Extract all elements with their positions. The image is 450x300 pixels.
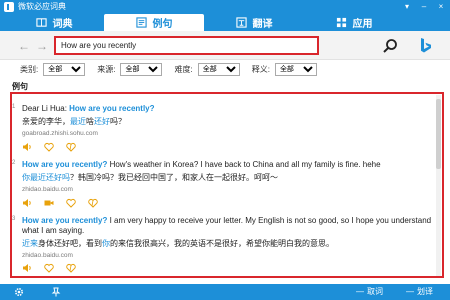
tab-translate[interactable]: 翻译: [204, 14, 304, 31]
translate-icon: [235, 17, 247, 28]
highlight-phrase: How are you recently?: [69, 104, 155, 113]
bing-logo-icon[interactable]: [418, 37, 434, 54]
filter-label: 类别:: [20, 65, 39, 74]
word-capture-toggle[interactable]: — 取词: [356, 287, 383, 297]
filter-source: 来源: 全部: [97, 63, 163, 76]
search-icon[interactable]: [382, 38, 398, 54]
dislike-icon[interactable]: [88, 198, 98, 208]
example-sentences-icon: [135, 17, 147, 28]
filter-definition: 释义: 全部: [252, 63, 317, 76]
source-select[interactable]: 全部: [120, 63, 163, 76]
item-actions: [22, 198, 98, 208]
minimize-button[interactable]: –: [419, 1, 429, 12]
word-capture-label: 取词: [367, 287, 383, 296]
app-window: 微软必应词典 ▾ – × 词典 例句 翻译 应用 ← → How are you…: [0, 0, 450, 300]
speaker-icon[interactable]: [22, 263, 32, 273]
minus-icon: —: [356, 287, 364, 296]
chinese-translation: 亲爱的李华，最近啥还好吗？: [22, 117, 126, 126]
apps-grid-icon: [336, 17, 346, 28]
search-bar: ← →: [0, 31, 450, 60]
filter-label: 来源:: [97, 65, 116, 74]
item-number: 1: [12, 104, 16, 110]
dislike-icon[interactable]: [66, 142, 76, 152]
speaker-icon[interactable]: [22, 198, 32, 208]
tab-dictionary[interactable]: 词典: [4, 14, 104, 31]
filter-label: 释义:: [251, 65, 270, 74]
definition-select[interactable]: 全部: [274, 63, 317, 76]
like-icon[interactable]: [44, 142, 54, 152]
english-sentence[interactable]: Dear Li Hua: How are you recently?: [22, 104, 434, 114]
video-icon[interactable]: [44, 198, 54, 208]
tab-example-sentences[interactable]: 例句: [104, 14, 204, 31]
scrollbar-thumb[interactable]: [436, 99, 441, 169]
filter-difficulty: 难度: 全部: [174, 63, 240, 76]
search-input-box: [54, 36, 319, 55]
results-panel: 1 Dear Li Hua: How are you recently? 亲爱的…: [10, 92, 444, 278]
section-title: 例句: [12, 82, 28, 91]
highlight-phrase: How are you recently?: [22, 160, 108, 169]
gear-icon[interactable]: [14, 287, 24, 297]
bing-logo-icon: [4, 2, 14, 12]
dislike-icon[interactable]: [66, 263, 76, 273]
highlight-phrase: How are you recently?: [22, 216, 108, 225]
like-icon[interactable]: [66, 198, 76, 208]
bottom-toolbar: — 取词 — 划译: [0, 284, 450, 300]
select-translate-toggle[interactable]: — 划译: [406, 287, 433, 297]
tab-label: 应用: [352, 19, 373, 30]
category-select[interactable]: 全部: [43, 63, 86, 76]
tab-label: 词典: [52, 19, 73, 30]
english-sentence[interactable]: How are you recently? How's weather in K…: [22, 160, 434, 170]
tab-label: 翻译: [252, 19, 273, 30]
chinese-translation: 近来身体还好吧，看到你的来信我很高兴，我的英语不是很好，希望你能明白我的意思。: [22, 239, 334, 248]
filter-label: 难度:: [174, 65, 193, 74]
item-number: 3: [12, 216, 16, 222]
title-bar: 微软必应词典 ▾ – ×: [0, 0, 450, 14]
window-controls: ▾ – ×: [402, 1, 446, 12]
item-actions: [22, 263, 76, 273]
close-button[interactable]: ×: [436, 1, 446, 12]
select-translate-label: 划译: [417, 287, 433, 296]
difficulty-select[interactable]: 全部: [197, 63, 240, 76]
source-link[interactable]: goabroad.zhishi.sohu.com: [22, 130, 98, 137]
tab-label: 例句: [152, 19, 173, 30]
results-scrollbar[interactable]: [436, 95, 441, 276]
chinese-translation: 你最近还好吗？韩国冷吗？我已经回中国了，和家人在一起很好。呵呵～: [22, 173, 278, 182]
minus-icon: —: [406, 287, 414, 296]
book-icon: [35, 18, 47, 27]
item-number: 2: [12, 160, 16, 166]
source-link[interactable]: zhidao.baidu.com: [22, 186, 73, 193]
window-title: 微软必应词典: [18, 2, 66, 11]
filter-category: 类别: 全部: [20, 63, 86, 76]
search-input[interactable]: [56, 38, 317, 53]
filter-row: 类别: 全部 来源: 全部 难度: 全部 释义: 全部: [0, 60, 450, 79]
item-actions: [22, 142, 76, 152]
dropdown-menu-icon[interactable]: ▾: [402, 1, 412, 12]
forward-arrow-icon[interactable]: →: [36, 40, 48, 52]
speaker-icon[interactable]: [22, 142, 32, 152]
main-nav: 词典 例句 翻译 应用: [0, 14, 450, 31]
english-sentence[interactable]: How are you recently? I am very happy to…: [22, 216, 434, 236]
like-icon[interactable]: [44, 263, 54, 273]
back-arrow-icon[interactable]: ←: [18, 40, 30, 52]
tab-apps[interactable]: 应用: [304, 14, 404, 31]
source-link[interactable]: zhidao.baidu.com: [22, 252, 73, 259]
pin-icon[interactable]: [51, 287, 61, 297]
